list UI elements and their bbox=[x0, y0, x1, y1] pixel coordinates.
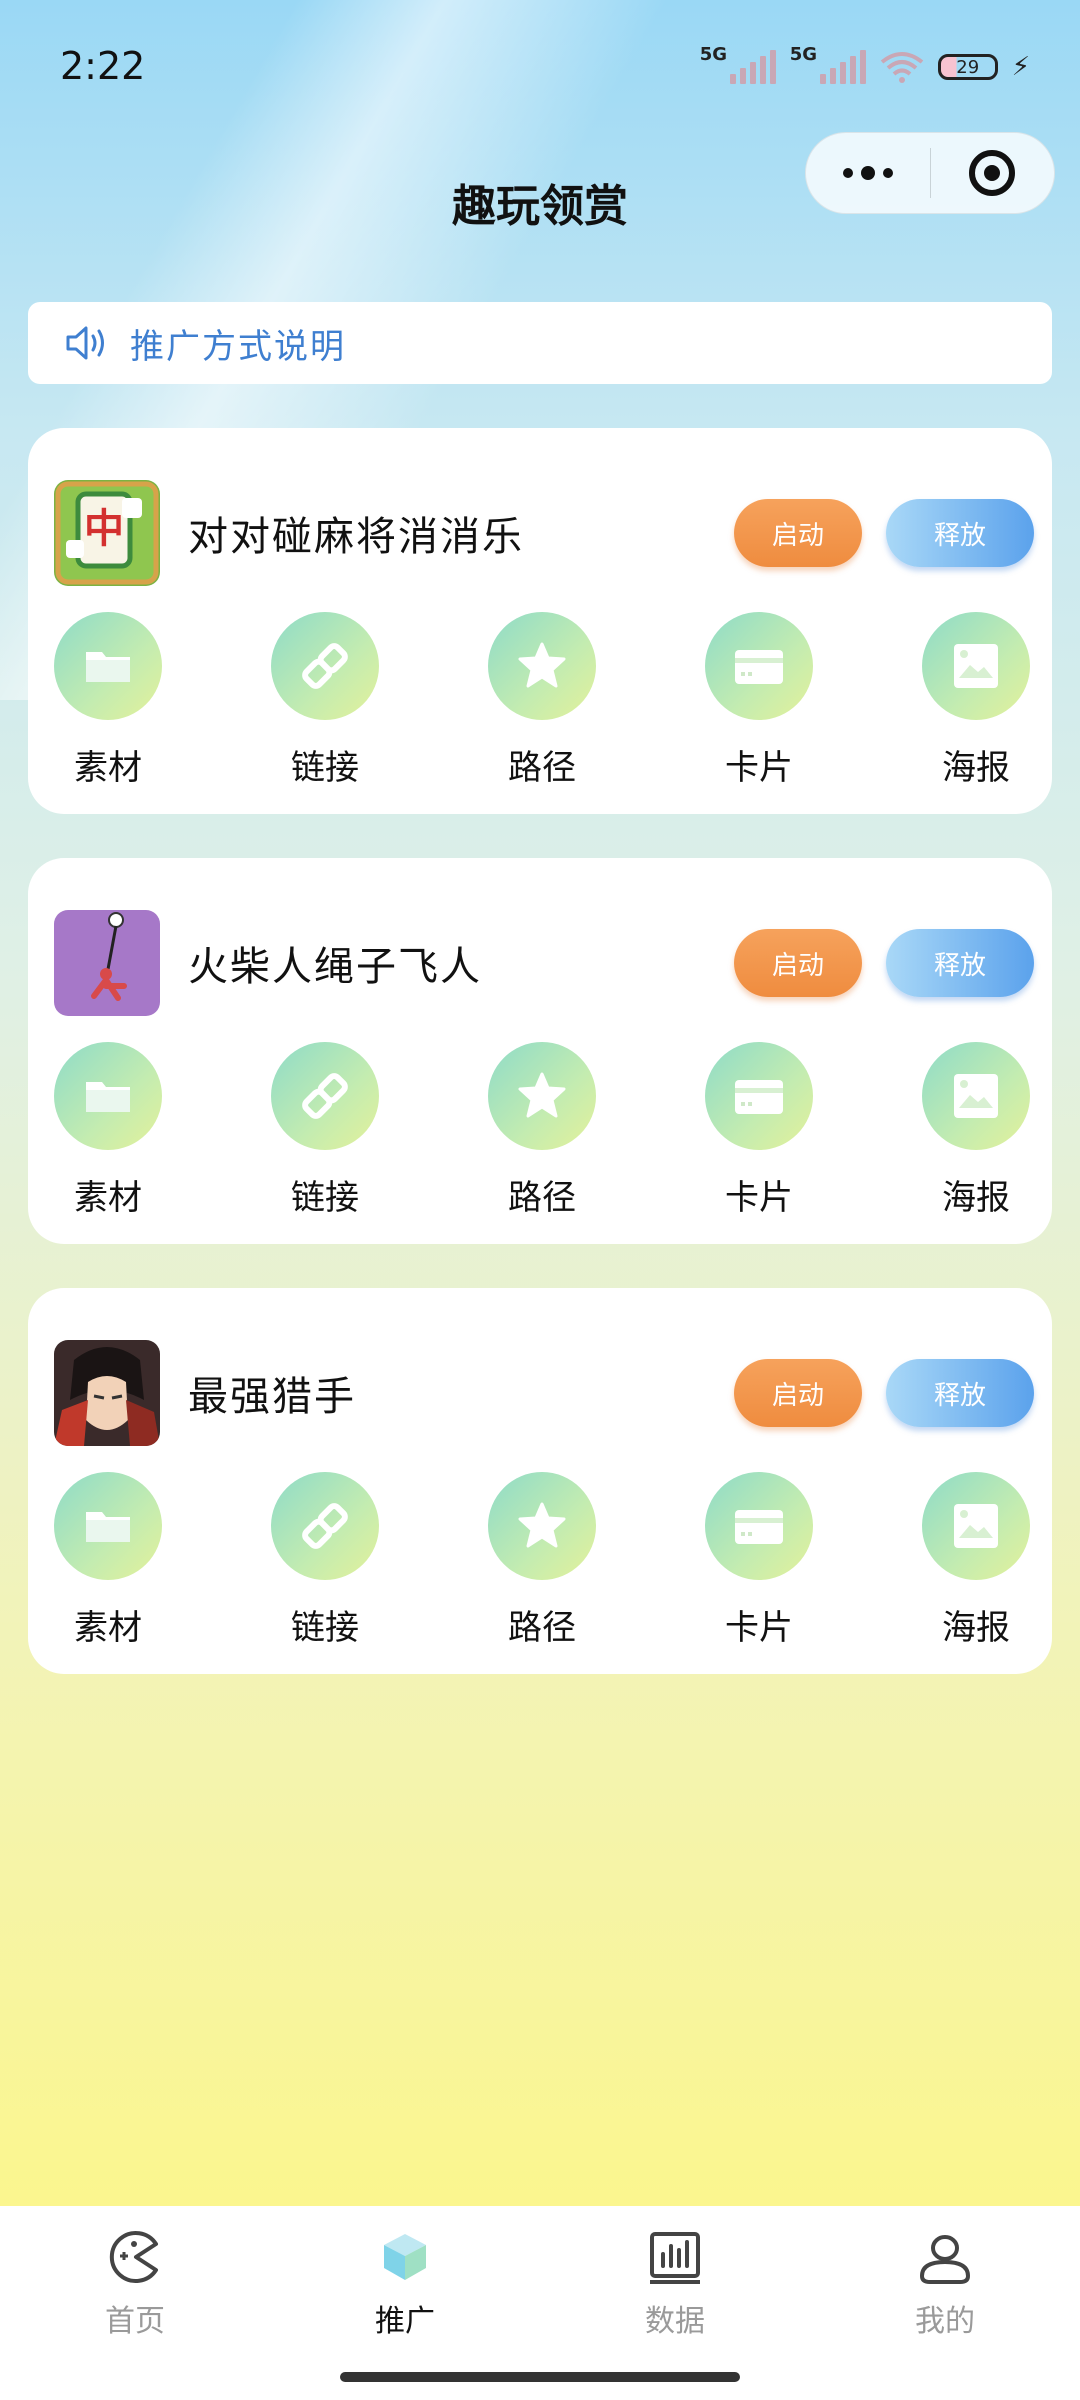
action-material[interactable]: 素材 bbox=[54, 1042, 162, 1219]
action-label: 海报 bbox=[942, 1608, 1010, 1648]
action-card[interactable]: 卡片 bbox=[705, 1042, 813, 1219]
tab-data[interactable]: 数据 bbox=[575, 2228, 775, 2340]
game-icon-stickman bbox=[54, 910, 160, 1016]
action-path[interactable]: 路径 bbox=[488, 612, 596, 789]
wifi-icon bbox=[880, 50, 924, 84]
game-card-1: 中 对对碰麻将消消乐 启动 释放 素材 链接 路径 卡片 海报 bbox=[28, 428, 1052, 814]
card-icon bbox=[735, 650, 783, 684]
release-button[interactable]: 释放 bbox=[886, 1359, 1034, 1427]
link-icon bbox=[302, 1073, 348, 1119]
action-poster[interactable]: 海报 bbox=[922, 1472, 1030, 1649]
action-path[interactable]: 路径 bbox=[488, 1042, 596, 1219]
pacman-icon bbox=[109, 2231, 158, 2283]
signal-1-label: 5G bbox=[699, 44, 728, 65]
game-card-2: 火柴人绳子飞人 启动 释放 素材 链接 路径 卡片 海报 bbox=[28, 858, 1052, 1244]
folder-icon bbox=[86, 1512, 130, 1542]
action-label: 素材 bbox=[74, 1178, 142, 1218]
folder-icon bbox=[86, 652, 130, 682]
image-icon bbox=[954, 1504, 998, 1548]
promo-guide-text: 推广方式说明 bbox=[130, 326, 346, 367]
more-icon[interactable] bbox=[806, 133, 930, 213]
action-label: 链接 bbox=[291, 748, 359, 788]
star-icon bbox=[518, 1072, 566, 1118]
status-time: 2:22 bbox=[60, 44, 146, 88]
tab-label: 我的 bbox=[915, 2304, 975, 2339]
card-icon bbox=[735, 1510, 783, 1544]
action-label: 卡片 bbox=[725, 1608, 793, 1648]
close-miniapp-icon[interactable] bbox=[931, 133, 1055, 213]
svg-text:中: 中 bbox=[84, 506, 124, 552]
action-material[interactable]: 素材 bbox=[54, 612, 162, 789]
status-bar: 2:22 5G 5G 29 ⚡ bbox=[0, 0, 1080, 130]
tab-promote[interactable]: 推广 bbox=[305, 2228, 505, 2340]
star-icon bbox=[518, 1502, 566, 1548]
action-label: 海报 bbox=[942, 1178, 1010, 1218]
action-poster[interactable]: 海报 bbox=[922, 1042, 1030, 1219]
tab-label: 数据 bbox=[645, 2304, 705, 2339]
tab-mine[interactable]: 我的 bbox=[845, 2228, 1045, 2340]
action-material[interactable]: 素材 bbox=[54, 1472, 162, 1649]
folder-icon bbox=[86, 1082, 130, 1112]
link-icon bbox=[302, 1503, 348, 1549]
game-card-3: 最强猎手 启动 释放 素材 链接 路径 卡片 海报 bbox=[28, 1288, 1052, 1674]
action-poster[interactable]: 海报 bbox=[922, 612, 1030, 789]
release-button[interactable]: 释放 bbox=[886, 929, 1034, 997]
action-label: 海报 bbox=[942, 748, 1010, 788]
card-icon bbox=[735, 1080, 783, 1114]
action-label: 素材 bbox=[74, 1608, 142, 1648]
speaker-icon bbox=[66, 326, 104, 360]
action-label: 链接 bbox=[291, 1178, 359, 1218]
tab-label: 首页 bbox=[105, 2304, 165, 2339]
game-icon-hunter bbox=[54, 1340, 160, 1446]
action-label: 链接 bbox=[291, 1608, 359, 1648]
link-icon bbox=[302, 643, 348, 689]
bar-chart-icon bbox=[650, 2232, 700, 2284]
game-name: 最强猎手 bbox=[188, 1374, 356, 1420]
tab-label: 推广 bbox=[375, 2304, 435, 2339]
game-icon-mahjong: 中 bbox=[54, 480, 160, 586]
game-name: 对对碰麻将消消乐 bbox=[188, 514, 524, 560]
battery-level: 29 bbox=[956, 56, 980, 78]
start-button[interactable]: 启动 bbox=[734, 1359, 862, 1427]
user-icon bbox=[919, 2235, 971, 2284]
signal-2-label: 5G bbox=[789, 44, 818, 65]
charging-icon: ⚡ bbox=[1011, 52, 1030, 82]
star-icon bbox=[518, 642, 566, 688]
cube-icon bbox=[384, 2234, 426, 2280]
action-link[interactable]: 链接 bbox=[271, 1042, 379, 1219]
action-link[interactable]: 链接 bbox=[271, 1472, 379, 1649]
action-path[interactable]: 路径 bbox=[488, 1472, 596, 1649]
action-label: 路径 bbox=[508, 1608, 576, 1648]
action-label: 卡片 bbox=[725, 1178, 793, 1218]
battery-icon: 29 bbox=[937, 54, 998, 80]
action-label: 路径 bbox=[508, 748, 576, 788]
action-card[interactable]: 卡片 bbox=[705, 612, 813, 789]
action-label: 素材 bbox=[74, 748, 142, 788]
start-button[interactable]: 启动 bbox=[734, 929, 862, 997]
tab-home[interactable]: 首页 bbox=[35, 2228, 235, 2340]
action-label: 卡片 bbox=[725, 748, 793, 788]
bottom-tab-bar: 首页 推广 数据 我的 bbox=[0, 2206, 1080, 2400]
image-icon bbox=[954, 1074, 998, 1118]
start-button[interactable]: 启动 bbox=[734, 499, 862, 567]
home-indicator[interactable] bbox=[340, 2372, 740, 2382]
capsule-menu bbox=[805, 132, 1055, 214]
image-icon bbox=[954, 644, 998, 688]
status-icons: 5G 5G 29 ⚡ bbox=[700, 44, 1030, 84]
action-link[interactable]: 链接 bbox=[271, 612, 379, 789]
signal-2-icon: 5G bbox=[790, 44, 866, 84]
game-name: 火柴人绳子飞人 bbox=[188, 944, 482, 990]
action-label: 路径 bbox=[508, 1178, 576, 1218]
signal-1-icon: 5G bbox=[700, 44, 776, 84]
promo-guide-bar[interactable]: 推广方式说明 bbox=[28, 302, 1052, 384]
release-button[interactable]: 释放 bbox=[886, 499, 1034, 567]
action-card[interactable]: 卡片 bbox=[705, 1472, 813, 1649]
